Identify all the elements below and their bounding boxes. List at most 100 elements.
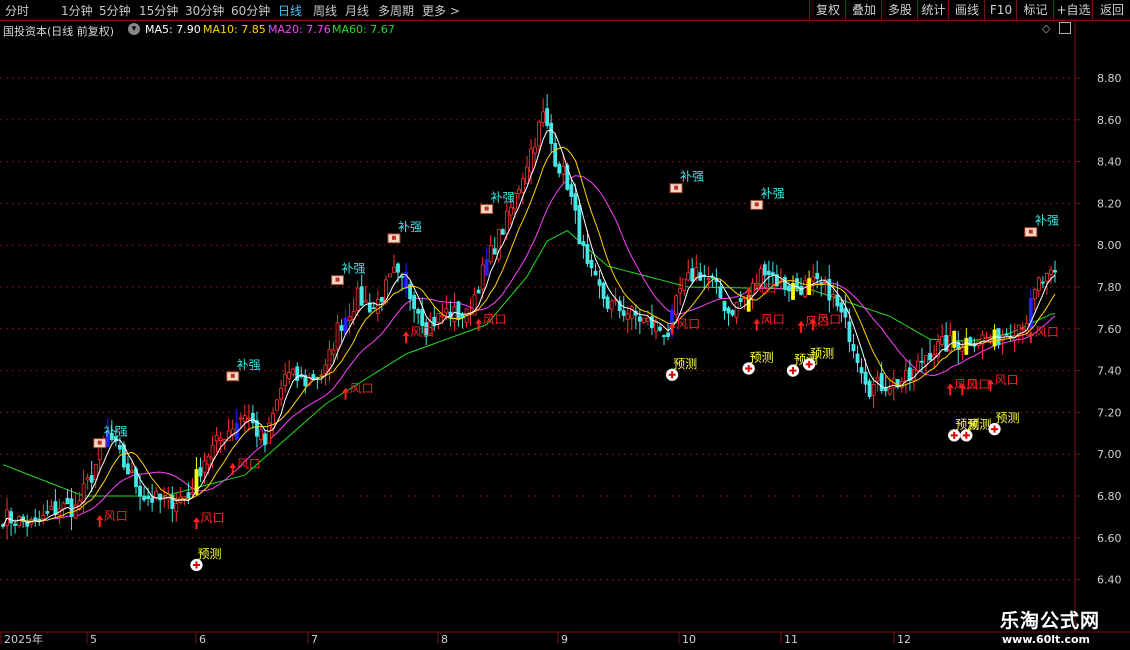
fengkou-label: 风口 [410, 325, 434, 339]
candle-body [875, 376, 880, 382]
candle-body [275, 399, 279, 411]
candle-body [581, 241, 586, 246]
candle-body [291, 368, 296, 375]
up-arrow-icon [229, 462, 237, 475]
candle-body [1049, 269, 1053, 275]
candle-body [569, 184, 574, 197]
draw-line-button[interactable]: 画线 [948, 0, 985, 20]
candle-body [867, 380, 872, 397]
mark-button[interactable]: 标记 [1016, 0, 1054, 20]
candle-body [694, 267, 699, 279]
tab-more[interactable]: 更多 > [422, 2, 460, 19]
candle-body [605, 296, 610, 309]
y-tick-label: 6.40 [1097, 574, 1122, 587]
fengkou-signal: 风口 [753, 313, 785, 331]
yuce-label: 预测 [750, 351, 774, 365]
candle-body [641, 317, 646, 324]
candle-body [347, 316, 352, 322]
buqiang-label: 补强 [491, 191, 515, 205]
ma5-path [2, 129, 1056, 527]
multi-stock-button[interactable]: 多股 [881, 0, 918, 20]
add-watchlist-button[interactable]: +自选 [1053, 0, 1093, 20]
yuce-label: 预测 [967, 417, 991, 431]
candle-body [658, 326, 662, 331]
candle-body [504, 210, 509, 235]
candle-body [259, 429, 263, 441]
candle-body [666, 332, 670, 337]
candle-body [456, 301, 461, 320]
y-tick-label: 6.60 [1097, 532, 1122, 545]
candle-body [65, 497, 70, 505]
overlay-button[interactable]: 叠加 [845, 0, 882, 20]
y-axis: 8.80 8.60 8.40 8.20 8.00 7.80 7.60 7.40 7.20 7.00… [1075, 72, 1122, 587]
fengkou-label: 风口 [761, 313, 785, 327]
candle-body [887, 388, 892, 395]
candle-body [783, 276, 787, 290]
buqiang-signal: 补强 [331, 262, 366, 286]
x-tick-label: 7 [311, 633, 318, 646]
period-toolbar: 分时 1分钟 5分钟 15分钟 30分钟 60分钟 日线 周线 月线 多周期 更… [0, 0, 1130, 21]
candle-body [126, 463, 130, 475]
buqiang-label: 补强 [680, 170, 704, 184]
candle-body [500, 229, 505, 235]
fengkou-signal: 风口 [192, 511, 224, 530]
fengkou-signal: 风口 [475, 313, 507, 331]
watermark-title: 乐淘公式网 [1000, 610, 1101, 632]
stats-button[interactable]: 统计 [917, 0, 949, 20]
tab-5min[interactable]: 5分钟 [99, 2, 131, 19]
candle-body [916, 360, 920, 372]
candle-body [545, 108, 550, 126]
buqiang-label: 补强 [237, 358, 261, 372]
tab-15min[interactable]: 15分钟 [139, 2, 178, 19]
buqiang-label: 补强 [1035, 214, 1059, 228]
kline-chart[interactable]: 补强补强补强补强补强补强补强补强风口 风口风口风口风口风口 风口风口风口 风口风口风口… [0, 20, 1130, 650]
candle-body [13, 523, 17, 526]
candle-body [452, 306, 457, 323]
candle-body [396, 263, 400, 273]
candle-body [799, 285, 803, 295]
candle-body [323, 364, 328, 375]
ma20-line [2, 175, 1056, 527]
candle-body [279, 387, 284, 400]
buqiang-label: 补强 [398, 220, 422, 234]
candle-body [549, 122, 554, 144]
candle-body [726, 307, 731, 314]
yuce-label: 预测 [197, 547, 221, 561]
candle-body [206, 455, 211, 466]
candle-body [69, 498, 74, 517]
tab-60min[interactable]: 60分钟 [231, 2, 270, 19]
tab-fenshi[interactable]: 分时 [5, 2, 29, 19]
candle-body [1032, 289, 1037, 300]
tab-monthly[interactable]: 月线 [345, 2, 369, 19]
up-arrow-icon [192, 517, 200, 530]
candle-body [762, 264, 767, 276]
candle-body [1045, 272, 1049, 282]
candle-body [251, 412, 255, 424]
candle-body [476, 289, 481, 294]
candle-body [1004, 333, 1009, 336]
buqiang-label: 补强 [342, 262, 366, 276]
candle-body [637, 316, 642, 322]
tab-30min[interactable]: 30分钟 [185, 2, 224, 19]
fengkou-label: 风口 [104, 509, 128, 523]
tab-weekly[interactable]: 周线 [313, 2, 337, 19]
tab-multi-period[interactable]: 多周期 [378, 2, 414, 19]
fengkou-label: 风口 [483, 313, 507, 327]
tab-daily[interactable]: 日线 [278, 2, 302, 19]
candles [1, 94, 1057, 540]
fengkou-label: 风口 [753, 281, 777, 295]
y-tick-label: 8.80 [1097, 72, 1122, 85]
candle-body [97, 445, 102, 461]
tab-1min[interactable]: 1分钟 [61, 2, 93, 19]
fengkou-label: 风口 [676, 317, 700, 331]
candle-body [436, 312, 441, 323]
candle-body [585, 244, 590, 264]
candle-body [238, 417, 243, 420]
up-arrow-icon [96, 515, 104, 528]
fuquan-button[interactable]: 复权 [809, 0, 846, 20]
f10-button[interactable]: F10 [984, 0, 1017, 20]
back-button[interactable]: 返回 [1092, 0, 1130, 20]
candle-body [646, 317, 650, 322]
candle-body [734, 301, 739, 319]
candle-body [593, 270, 598, 276]
